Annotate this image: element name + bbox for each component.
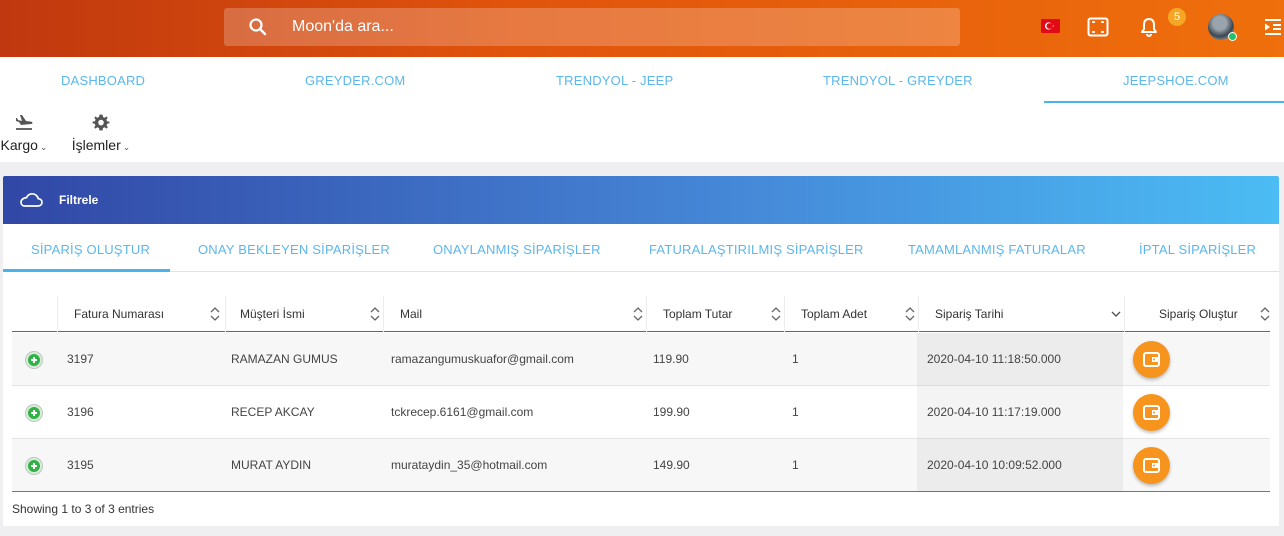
tab-siparis-olustur[interactable]: SİPARİŞ OLUŞTUR [31, 242, 150, 257]
filter-header[interactable]: Filtrele [3, 176, 1279, 224]
site-tabs: DASHBOARD GREYDER.COM TRENDYOL - JEEP TR… [0, 57, 1284, 103]
column-header-quantity[interactable]: Toplam Adet [785, 296, 919, 332]
chevron-down-icon: ⌄ [122, 142, 131, 152]
invoice-cell: 3195 [67, 458, 94, 472]
bell-icon[interactable] [1138, 16, 1160, 38]
sort-icon[interactable] [771, 305, 781, 323]
sort-icon[interactable] [370, 305, 380, 323]
column-label: Toplam Adet [801, 307, 868, 321]
sidebar-toggle-icon[interactable] [1262, 16, 1284, 38]
quantity-cell: 1 [792, 352, 799, 366]
active-subtab-indicator [3, 269, 170, 272]
expand-row-icon[interactable] [26, 458, 42, 474]
tab-trendyol-greyder[interactable]: TRENDYOL - GREYDER [823, 73, 973, 88]
column-label: Mail [400, 307, 423, 321]
toolbar: Kargo ⌄ İşlemler ⌄ [0, 103, 1284, 162]
search-bar[interactable]: Moon'da ara... [224, 8, 960, 46]
tab-iptal[interactable]: İPTAL SİPARİŞLER [1139, 242, 1256, 257]
column-header-customer[interactable]: Müşteri İsmi [226, 296, 384, 332]
orders-card: Filtrele SİPARİŞ OLUŞTUR ONAY BEKLEYEN S… [3, 176, 1279, 526]
cloud-icon [20, 192, 43, 207]
mail-cell: murataydin_35@hotmail.com [391, 458, 548, 472]
column-label: Müşteri İsmi [240, 307, 305, 321]
customer-cell: RAMAZAN GUMUS [231, 352, 338, 366]
date-cell: 2020-04-10 11:18:50.000 [917, 333, 1123, 386]
mail-cell: ramazangumuskuafor@gmail.com [391, 352, 574, 366]
search-icon [249, 18, 267, 36]
islemler-menu[interactable]: İşlemler ⌄ [70, 113, 132, 155]
customer-cell: RECEP AKCAY [231, 405, 315, 419]
table-info: Showing 1 to 3 of 3 entries [12, 502, 155, 516]
column-label: Sipariş Oluştur [1159, 307, 1238, 321]
online-status-dot [1228, 32, 1237, 41]
wallet-icon [1143, 352, 1160, 367]
fullscreen-icon[interactable] [1087, 16, 1109, 38]
expand-column-header [12, 296, 58, 332]
create-order-button[interactable] [1133, 447, 1170, 484]
quantity-cell: 1 [792, 458, 799, 472]
table-row: 3195 MURAT AYDIN murataydin_35@hotmail.c… [12, 439, 1270, 492]
gear-icon [92, 114, 110, 131]
islemler-label: İşlemler [71, 137, 121, 153]
tab-jeepshoe[interactable]: JEEPSHOE.COM [1123, 73, 1229, 88]
tab-trendyol-jeep[interactable]: TRENDYOL - JEEP [556, 73, 673, 88]
total-cell: 119.90 [653, 352, 689, 366]
table-header: Fatura Numarası Müşteri İsmi Mail Toplam… [12, 296, 1270, 332]
tab-faturalastirilmis[interactable]: FATURALAŞTIRILMIŞ SİPARİŞLER [649, 242, 864, 257]
top-header: Moon'da ara... 5 [0, 0, 1284, 57]
tab-greyder[interactable]: GREYDER.COM [305, 73, 405, 88]
search-input[interactable]: Moon'da ara... [292, 18, 394, 36]
tab-tamamlanmis-faturalar[interactable]: TAMAMLANMIŞ FATURALAR [908, 242, 1086, 257]
kargo-label: Kargo [0, 137, 38, 153]
column-header-date[interactable]: Sipariş Tarihi [919, 296, 1125, 332]
column-header-mail[interactable]: Mail [384, 296, 647, 332]
total-cell: 149.90 [653, 458, 690, 472]
column-header-create-order[interactable]: Sipariş Oluştur [1125, 296, 1270, 332]
wallet-icon [1143, 405, 1160, 420]
tab-dashboard[interactable]: DASHBOARD [61, 73, 145, 88]
column-label: Toplam Tutar [663, 307, 733, 321]
filter-title: Filtrele [59, 193, 99, 207]
notification-badge: 5 [1168, 8, 1186, 26]
sort-icon[interactable] [905, 305, 915, 323]
order-status-tabs: SİPARİŞ OLUŞTUR ONAY BEKLEYEN SİPARİŞLER… [3, 224, 1279, 272]
tab-onay-bekleyen[interactable]: ONAY BEKLEYEN SİPARİŞLER [198, 242, 390, 257]
create-order-button[interactable] [1133, 341, 1170, 378]
sort-desc-icon[interactable] [1111, 305, 1121, 323]
customer-cell: MURAT AYDIN [231, 458, 312, 472]
turkish-flag-icon[interactable] [1041, 19, 1060, 33]
column-header-total[interactable]: Toplam Tutar [647, 296, 785, 332]
sort-icon[interactable] [210, 305, 220, 323]
wallet-icon [1143, 458, 1160, 473]
invoice-cell: 3196 [67, 405, 94, 419]
plane-departure-icon [16, 115, 33, 130]
date-cell: 2020-04-10 10:09:52.000 [917, 439, 1123, 492]
sort-icon[interactable] [1260, 305, 1270, 323]
mail-cell: tckrecep.6161@gmail.com [391, 405, 534, 419]
total-cell: 199.90 [653, 405, 690, 419]
date-cell: 2020-04-10 11:17:19.000 [917, 386, 1123, 439]
create-order-button[interactable] [1133, 394, 1170, 431]
quantity-cell: 1 [792, 405, 799, 419]
tab-onaylanmis[interactable]: ONAYLANMIŞ SİPARİŞLER [433, 242, 601, 257]
invoice-cell: 3197 [67, 352, 94, 366]
expand-row-icon[interactable] [26, 352, 42, 368]
column-label: Fatura Numarası [74, 307, 165, 321]
column-header-invoice[interactable]: Fatura Numarası [58, 296, 226, 332]
chevron-down-icon: ⌄ [39, 142, 48, 152]
column-label: Sipariş Tarihi [935, 307, 1004, 321]
table-row: 3197 RAMAZAN GUMUS ramazangumuskuafor@gm… [12, 333, 1270, 386]
kargo-menu[interactable]: Kargo ⌄ [0, 113, 48, 155]
expand-row-icon[interactable] [26, 405, 42, 421]
table-row: 3196 RECEP AKCAY tckrecep.6161@gmail.com… [12, 386, 1270, 439]
sort-icon[interactable] [633, 305, 643, 323]
